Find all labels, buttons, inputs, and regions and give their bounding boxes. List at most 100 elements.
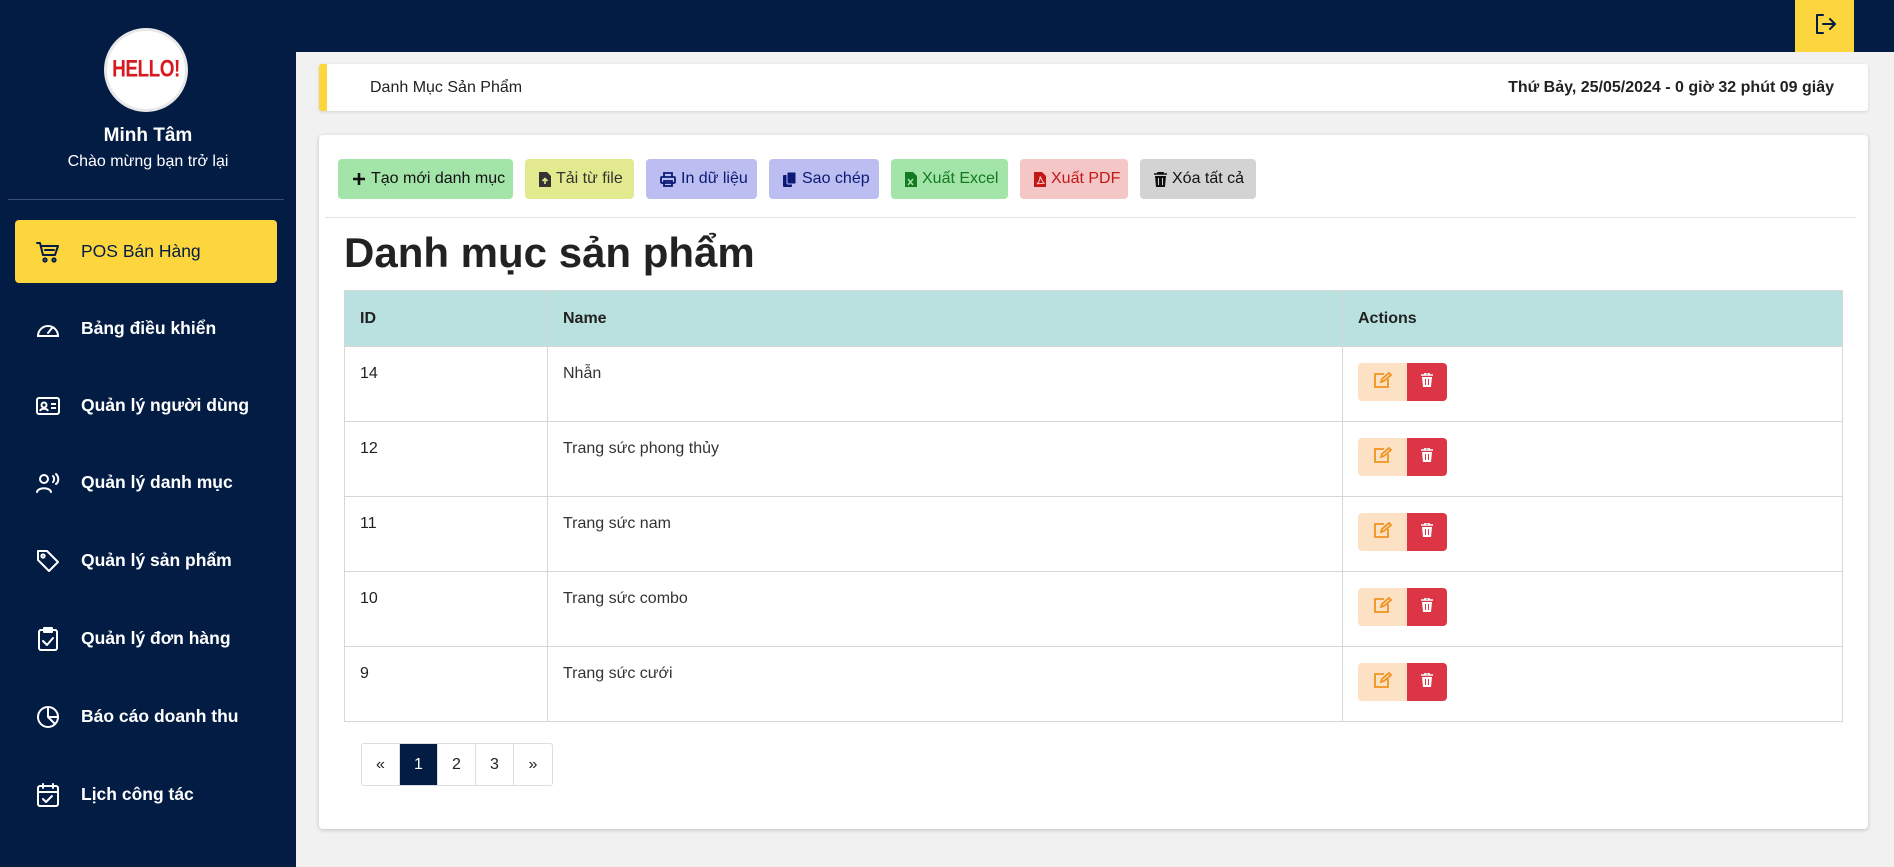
sidebar-item-pos[interactable]: POS Bán Hàng — [15, 220, 277, 283]
tag-icon — [33, 546, 63, 576]
sidebar-item-label: Bảng điều khiển — [81, 318, 217, 338]
pagination-next[interactable]: » — [514, 744, 552, 785]
button-label: Xóa tất cả — [1172, 170, 1245, 187]
top-bar — [296, 0, 1894, 52]
id-card-icon — [33, 391, 63, 421]
column-header-name: Name — [547, 290, 1343, 347]
clipboard-check-icon — [33, 624, 63, 654]
table-header-row: ID Name Actions — [344, 290, 1843, 347]
table-row: 9 Trang sức cưới — [344, 646, 1843, 722]
cell-actions — [1342, 346, 1843, 422]
copy-icon — [783, 171, 797, 187]
column-header-actions: Actions — [1342, 290, 1843, 347]
cell-name: Trang sức combo — [547, 571, 1343, 647]
trash-icon — [1154, 171, 1167, 187]
create-category-button[interactable]: Tạo mới danh mục — [338, 159, 513, 199]
pagination-page-3[interactable]: 3 — [476, 744, 514, 785]
sidebar: HELLO! Minh Tâm Chào mừng bạn trở lại PO… — [0, 0, 296, 867]
delete-button[interactable] — [1407, 363, 1447, 401]
edit-icon — [1374, 521, 1393, 543]
edit-button[interactable] — [1358, 663, 1408, 701]
cell-name: Trang sức nam — [547, 496, 1343, 572]
delete-all-button[interactable]: Xóa tất cả — [1140, 159, 1256, 199]
user-voice-icon — [33, 468, 63, 498]
pdf-file-icon — [1034, 171, 1046, 187]
logout-icon — [1814, 13, 1836, 40]
edit-button[interactable] — [1358, 438, 1408, 476]
sidebar-item-revenue[interactable]: Báo cáo doanh thu — [15, 685, 277, 748]
avatar: HELLO! — [104, 28, 188, 112]
cell-id: 12 — [344, 421, 548, 497]
cell-name: Nhẫn — [547, 346, 1343, 422]
button-label: Xuất PDF — [1051, 170, 1121, 187]
copy-button[interactable]: Sao chép — [769, 159, 879, 199]
cell-actions — [1342, 421, 1843, 497]
pagination-prev[interactable]: « — [362, 744, 400, 785]
welcome-text: Chào mừng bạn trở lại — [67, 153, 229, 170]
calendar-check-icon — [33, 780, 63, 810]
breadcrumb: Danh Mục Sản Phẩm — [370, 78, 523, 96]
sidebar-item-label: Báo cáo doanh thu — [81, 706, 239, 726]
edit-button[interactable] — [1358, 513, 1408, 551]
edit-icon — [1374, 446, 1393, 468]
cell-actions — [1342, 646, 1843, 722]
delete-button[interactable] — [1407, 663, 1447, 701]
edit-icon — [1374, 596, 1393, 618]
edit-icon — [1374, 371, 1393, 393]
cell-actions — [1342, 496, 1843, 572]
trash-icon — [1421, 671, 1433, 692]
sidebar-item-categories[interactable]: Quản lý danh mục — [15, 451, 277, 514]
export-excel-button[interactable]: Xuất Excel — [891, 159, 1008, 199]
table-row: 10 Trang sức combo — [344, 571, 1843, 647]
pie-chart-icon — [33, 702, 63, 732]
button-label: Tạo mới danh mục — [371, 170, 506, 187]
sidebar-item-label: Quản lý đơn hàng — [81, 628, 231, 648]
cell-id: 11 — [344, 496, 548, 572]
trash-icon — [1421, 596, 1433, 617]
pagination-page-1[interactable]: 1 — [400, 744, 438, 785]
cell-id: 9 — [344, 646, 548, 722]
delete-button[interactable] — [1407, 438, 1447, 476]
sidebar-item-users[interactable]: Quản lý người dùng — [15, 374, 277, 437]
sidebar-divider — [8, 199, 284, 200]
trash-icon — [1421, 371, 1433, 392]
plus-icon — [352, 172, 366, 186]
cart-icon — [33, 237, 63, 267]
cell-actions — [1342, 571, 1843, 647]
upload-file-button[interactable]: Tải từ file — [525, 159, 634, 199]
print-button[interactable]: In dữ liệu — [646, 159, 757, 199]
sidebar-item-label: Quản lý sản phẩm — [81, 550, 232, 570]
delete-button[interactable] — [1407, 588, 1447, 626]
trash-icon — [1421, 446, 1433, 467]
logout-button[interactable] — [1795, 0, 1854, 52]
sidebar-item-orders[interactable]: Quản lý đơn hàng — [15, 607, 277, 670]
button-label: Sao chép — [802, 170, 870, 187]
delete-button[interactable] — [1407, 513, 1447, 551]
sidebar-item-label: Quản lý người dùng — [81, 395, 250, 415]
logo-text: HELLO! — [112, 56, 180, 83]
toolbar-divider — [325, 217, 1856, 218]
sidebar-item-label: Quản lý danh mục — [81, 472, 233, 492]
export-pdf-button[interactable]: Xuất PDF — [1020, 159, 1128, 199]
cell-id: 14 — [344, 346, 548, 422]
edit-button[interactable] — [1358, 588, 1408, 626]
sidebar-item-dashboard[interactable]: Bảng điều khiển — [15, 297, 277, 360]
trash-icon — [1421, 521, 1433, 542]
sidebar-item-schedule[interactable]: Lịch công tác — [15, 763, 277, 826]
dashboard-gauge-icon — [33, 314, 63, 344]
cell-name: Trang sức phong thủy — [547, 421, 1343, 497]
cell-id: 10 — [344, 571, 548, 647]
toolbar: Tạo mới danh mục Tải từ file In dữ liệu … — [338, 159, 1268, 199]
sidebar-item-label: POS Bán Hàng — [81, 241, 201, 261]
user-name: Minh Tâm — [103, 125, 193, 146]
sidebar-item-products[interactable]: Quản lý sản phẩm — [15, 529, 277, 592]
header-bar: Danh Mục Sản Phẩm Thứ Bảy, 25/05/2024 - … — [319, 64, 1868, 111]
edit-icon — [1374, 671, 1393, 693]
cell-name: Trang sức cưới — [547, 646, 1343, 722]
page-title: Danh mục sản phẩm — [344, 229, 755, 276]
button-label: Tải từ file — [556, 170, 623, 187]
button-label: In dữ liệu — [681, 170, 748, 187]
pagination-page-2[interactable]: 2 — [438, 744, 476, 785]
datetime-clock: Thứ Bảy, 25/05/2024 - 0 giờ 32 phút 09 g… — [1508, 78, 1834, 96]
edit-button[interactable] — [1358, 363, 1408, 401]
